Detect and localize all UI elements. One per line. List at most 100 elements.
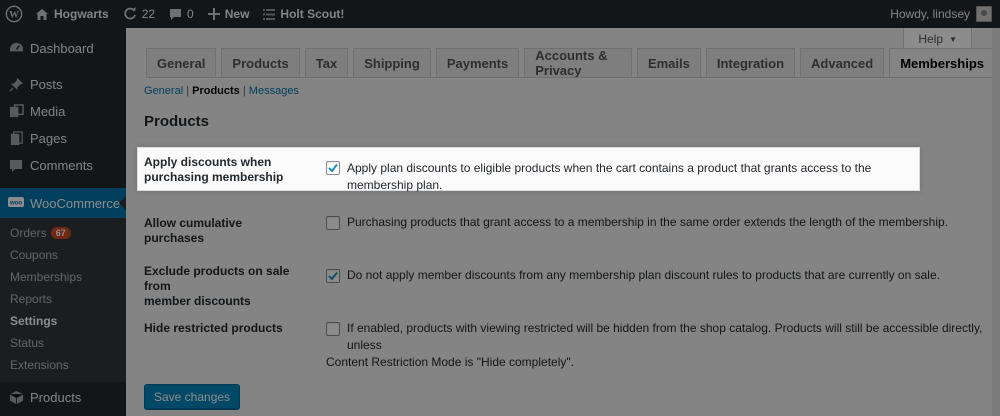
sidebar-label: Posts (30, 77, 63, 92)
subnav-general[interactable]: General (144, 85, 183, 97)
settings-tabs: General Products Tax Shipping Payments A… (146, 48, 1000, 78)
admin-bar: W Hogwarts 22 0 New Holt Scout! Howdy, l… (0, 0, 1000, 28)
my-account-link[interactable]: Howdy, lindsey (883, 0, 1000, 28)
cumulative-checkbox[interactable] (326, 216, 340, 230)
caret-down-icon: ▼ (949, 34, 957, 44)
sidebar-item-dashboard[interactable]: Dashboard (0, 34, 126, 62)
svg-text:woo: woo (9, 201, 22, 207)
submenu-label: Reports (10, 292, 53, 306)
tab-payments[interactable]: Payments (435, 48, 520, 77)
subnav-products[interactable]: Products (192, 85, 240, 97)
extra-link[interactable]: Holt Scout! (256, 0, 351, 28)
exclude-sale-checkbox[interactable] (326, 269, 340, 283)
setting-description: If enabled, products with viewing restri… (347, 321, 983, 352)
submenu-label: Status (10, 336, 45, 350)
pin-icon (8, 77, 24, 93)
submenu-item-orders[interactable]: Orders 67 (0, 222, 126, 244)
products-icon (8, 389, 24, 405)
sidebar-label: Comments (30, 158, 93, 173)
setting-label: Allow cumulative purchases (144, 216, 304, 246)
tabs-divider (146, 77, 998, 78)
setting-label: Exclude products on sale from member dis… (144, 264, 304, 309)
setting-label-text: Exclude products on sale from (144, 264, 290, 293)
scrollbar[interactable] (992, 28, 1000, 416)
apply-discounts-checkbox[interactable] (326, 161, 340, 175)
submenu-item-status[interactable]: Status (0, 332, 126, 354)
hide-restricted-checkbox[interactable] (326, 322, 340, 336)
subnav-separator: | (242, 85, 246, 97)
sidebar-item-products[interactable]: Products (0, 382, 126, 412)
media-icon (8, 104, 24, 120)
help-label: Help (918, 32, 944, 46)
setting-description: Apply plan discounts to eligible product… (347, 161, 872, 192)
submenu-item-coupons[interactable]: Coupons (0, 244, 126, 266)
dashboard-icon (8, 40, 24, 56)
avatar (976, 6, 992, 22)
setting-field: Purchasing products that grant access to… (326, 214, 948, 231)
tab-accounts-privacy[interactable]: Accounts & Privacy (524, 48, 632, 78)
site-name-link[interactable]: Hogwarts (28, 0, 116, 28)
list-icon (263, 8, 276, 20)
home-icon (35, 8, 49, 21)
setting-description-continued: Content Restriction Mode is "Hide comple… (326, 355, 574, 369)
submenu-label: Settings (10, 314, 58, 328)
checkmark-icon (328, 271, 338, 281)
submenu-item-extensions[interactable]: Extensions (0, 354, 126, 376)
sidebar-item-media[interactable]: Media (0, 98, 126, 125)
tab-products[interactable]: Products (221, 48, 300, 77)
tab-advanced[interactable]: Advanced (800, 48, 885, 77)
setting-label-text: Hide restricted products (144, 321, 283, 335)
orders-count-badge: 67 (50, 227, 71, 239)
plus-icon (207, 8, 220, 20)
sidebar-item-pages[interactable]: Pages (0, 125, 126, 152)
tab-shipping[interactable]: Shipping (353, 48, 431, 77)
tab-integration[interactable]: Integration (705, 48, 796, 77)
tab-memberships[interactable]: Memberships (889, 48, 995, 78)
section-title: Products (144, 113, 210, 130)
tab-tax[interactable]: Tax (304, 48, 349, 77)
sidebar-item-woocommerce[interactable]: woo WooCommerce (0, 188, 126, 218)
setting-description: Purchasing products that grant access to… (347, 215, 948, 229)
submenu-item-reports[interactable]: Reports (0, 288, 126, 310)
sidebar-item-comments[interactable]: Comments (0, 152, 126, 179)
comment-bubble-icon (169, 8, 182, 21)
tab-emails[interactable]: Emails (636, 48, 701, 77)
setting-row-apply-discounts: Apply discounts when purchasing membersh… (137, 147, 920, 194)
tab-general[interactable]: General (146, 48, 217, 77)
submenu-item-settings[interactable]: Settings (0, 310, 126, 332)
setting-label-text: purchasing membership (144, 170, 284, 184)
checkmark-icon (328, 163, 338, 173)
updates-link[interactable]: 22 (116, 0, 162, 28)
updates-count: 22 (141, 7, 156, 21)
subnav-messages[interactable]: Messages (249, 85, 299, 97)
howdy-text: Howdy, lindsey (890, 7, 970, 21)
save-changes-button[interactable]: Save changes (144, 384, 241, 409)
sidebar-item-posts[interactable]: Posts (0, 71, 126, 98)
new-content-link[interactable]: New (201, 0, 257, 28)
section-subnav: General | Products | Messages (144, 85, 299, 97)
woocommerce-submenu: Orders 67 Coupons Memberships Reports Se… (0, 218, 126, 382)
admin-sidebar: Dashboard Posts Media Pages Comments woo… (0, 28, 126, 416)
pages-icon (8, 131, 24, 147)
submenu-label: Extensions (10, 358, 69, 372)
woocommerce-icon: woo (8, 195, 24, 211)
new-label: New (224, 7, 250, 21)
setting-label-text: member discounts (144, 294, 251, 308)
refresh-icon (123, 7, 137, 21)
wordpress-logo-icon[interactable]: W (0, 0, 28, 28)
comments-link[interactable]: 0 (162, 0, 201, 28)
comments-count: 0 (187, 7, 194, 21)
submenu-label: Coupons (10, 248, 59, 262)
setting-field: Do not apply member discounts from any m… (326, 267, 940, 284)
subnav-separator: | (186, 85, 190, 97)
sidebar-label: Products (30, 389, 82, 405)
submenu-item-memberships[interactable]: Memberships (0, 266, 126, 288)
submenu-label: Memberships (10, 270, 83, 284)
sidebar-label: WooCommerce (30, 195, 121, 211)
sidebar-label: Dashboard (30, 40, 94, 56)
sidebar-label: Media (30, 104, 66, 119)
setting-field: If enabled, products with viewing restri… (326, 320, 986, 371)
setting-field: Apply plan discounts to eligible product… (326, 160, 919, 194)
comment-icon (8, 158, 24, 174)
setting-description: Do not apply member discounts from any m… (347, 268, 940, 282)
